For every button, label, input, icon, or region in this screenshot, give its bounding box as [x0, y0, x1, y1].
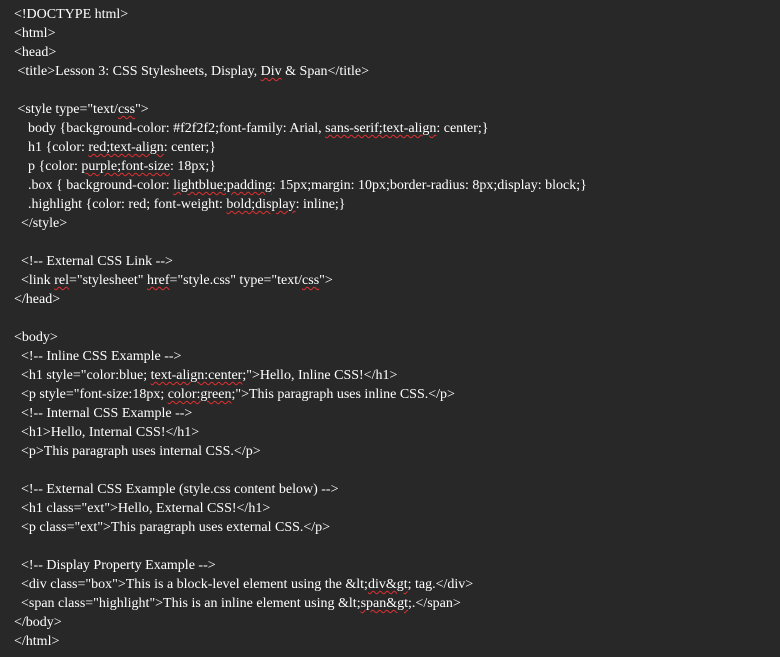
code-line: p {color: purple;font-size: 18px;} — [0, 157, 780, 176]
code-line: <!-- External CSS Link --> — [0, 252, 780, 271]
code-text: ="style.css" type="text/ — [169, 273, 303, 288]
code-line: .highlight {color: red; font-weight: bol… — [0, 195, 780, 214]
code-text: <p>This paragraph uses internal CSS.</p> — [14, 444, 261, 459]
code-line: <head> — [0, 43, 780, 62]
code-text: <span class="highlight">This is an inlin… — [14, 596, 361, 611]
code-text: ;">This paragraph uses inline CSS.</p> — [231, 387, 455, 402]
code-text: <title>Lesson 3: CSS Stylesheets, Displa… — [14, 64, 261, 79]
code-text: <!-- Internal CSS Example --> — [14, 406, 193, 421]
code-text: <h1 class="ext">Hello, External CSS!</h1… — [14, 501, 271, 516]
spellcheck-flagged-word: bold;display — [226, 197, 296, 212]
spellcheck-flagged-word: rel — [54, 273, 69, 288]
spellcheck-flagged-word: Div — [260, 64, 282, 79]
code-text: "> — [135, 102, 149, 117]
code-text: <h1>Hello, Internal CSS!</h1> — [14, 425, 200, 440]
code-text: ; tag.</div> — [407, 577, 474, 592]
code-line: <!-- Inline CSS Example --> — [0, 347, 780, 366]
code-text: body {background-color: #f2f2f2;font-fam… — [14, 121, 326, 136]
spellcheck-flagged-word: href — [147, 273, 170, 288]
spellcheck-flagged-word: lightblue;padding — [173, 178, 272, 193]
code-text: ;">Hello, Inline CSS!</h1> — [242, 368, 398, 383]
code-line: <h1 style="color:blue; text-align:center… — [0, 366, 780, 385]
code-line: <h1 class="ext">Hello, External CSS!</h1… — [0, 499, 780, 518]
code-text: ;.</span> — [408, 596, 461, 611]
code-text: h1 {color: — [14, 140, 89, 155]
code-line: <!-- Internal CSS Example --> — [0, 404, 780, 423]
code-text: & Span</title> — [281, 64, 370, 79]
code-line: h1 {color: red;text-align: center;} — [0, 138, 780, 157]
code-line: <h1>Hello, Internal CSS!</h1> — [0, 423, 780, 442]
spellcheck-flagged-word: text-align:center — [150, 368, 243, 383]
spellcheck-flagged-word: sans-serif;text-align — [325, 121, 437, 136]
code-text: <!-- External CSS Example (style.css con… — [14, 482, 339, 497]
code-text: <!-- Display Property Example --> — [14, 558, 216, 573]
spellcheck-flagged-word: span&gt — [360, 596, 409, 611]
code-text: <style type="text/ — [14, 102, 118, 117]
code-text: .box { background-color: — [14, 178, 174, 193]
code-text: : center;} — [163, 140, 216, 155]
code-line: <p>This paragraph uses internal CSS.</p> — [0, 442, 780, 461]
code-text: </html> — [14, 634, 60, 649]
code-line: <p class="ext">This paragraph uses exter… — [0, 518, 780, 537]
spellcheck-flagged-word: color:green — [167, 387, 232, 402]
code-line: </style> — [0, 214, 780, 233]
spellcheck-flagged-word: red;text-align — [88, 140, 164, 155]
spellcheck-flagged-word: purple;font-size — [81, 159, 171, 174]
code-line: <style type="text/css"> — [0, 100, 780, 119]
code-line: <link rel="stylesheet" href="style.css" … — [0, 271, 780, 290]
code-line: </html> — [0, 632, 780, 651]
code-text: p {color: — [14, 159, 82, 174]
code-line: <title>Lesson 3: CSS Stylesheets, Displa… — [0, 62, 780, 81]
code-text: : inline;} — [295, 197, 346, 212]
code-text: ="stylesheet" — [68, 273, 147, 288]
code-text: : center;} — [436, 121, 489, 136]
code-text: "> — [319, 273, 333, 288]
code-text: : 15px;margin: 10px;border-radius: 8px;d… — [271, 178, 587, 193]
code-line: <span class="highlight">This is an inlin… — [0, 594, 780, 613]
code-line: <body> — [0, 328, 780, 347]
spellcheck-flagged-word: css — [302, 273, 320, 288]
code-text: <html> — [14, 26, 56, 41]
code-text: <p class="ext">This paragraph uses exter… — [14, 520, 331, 535]
code-text: </style> — [14, 216, 68, 231]
code-line: .box { background-color: lightblue;paddi… — [0, 176, 780, 195]
code-line: <!-- Display Property Example --> — [0, 556, 780, 575]
code-text: <p style="font-size:18px; — [14, 387, 168, 402]
spellcheck-flagged-word: div&gt — [367, 577, 408, 592]
code-line: </head> — [0, 290, 780, 309]
code-text: <!-- Inline CSS Example --> — [14, 349, 182, 364]
code-line: </body> — [0, 613, 780, 632]
code-text: <link — [14, 273, 55, 288]
code-text: <!-- External CSS Link --> — [14, 254, 173, 269]
code-text: : 18px;} — [170, 159, 217, 174]
code-text: <body> — [14, 330, 58, 345]
code-line: <p style="font-size:18px; color:green;">… — [0, 385, 780, 404]
code-line: <html> — [0, 24, 780, 43]
code-lines: <!DOCTYPE html> <html> <head> <title>Lesso… — [0, 5, 780, 651]
code-line: <!-- External CSS Example (style.css con… — [0, 480, 780, 499]
code-editor[interactable]: <!DOCTYPE html> <html> <head> <title>Lesso… — [0, 0, 780, 657]
code-text: <!DOCTYPE html> — [14, 7, 129, 22]
code-text: .highlight {color: red; font-weight: — [14, 197, 227, 212]
code-text: </body> — [14, 615, 62, 630]
code-line: body {background-color: #f2f2f2;font-fam… — [0, 119, 780, 138]
code-text: </head> — [14, 292, 61, 307]
code-text: <div class="box">This is a block-level e… — [14, 577, 368, 592]
code-line: <!DOCTYPE html> — [0, 5, 780, 24]
code-text: <h1 style="color:blue; — [14, 368, 151, 383]
code-text: <head> — [14, 45, 57, 60]
spellcheck-flagged-word: css — [117, 102, 136, 117]
code-line: <div class="box">This is a block-level e… — [0, 575, 780, 594]
